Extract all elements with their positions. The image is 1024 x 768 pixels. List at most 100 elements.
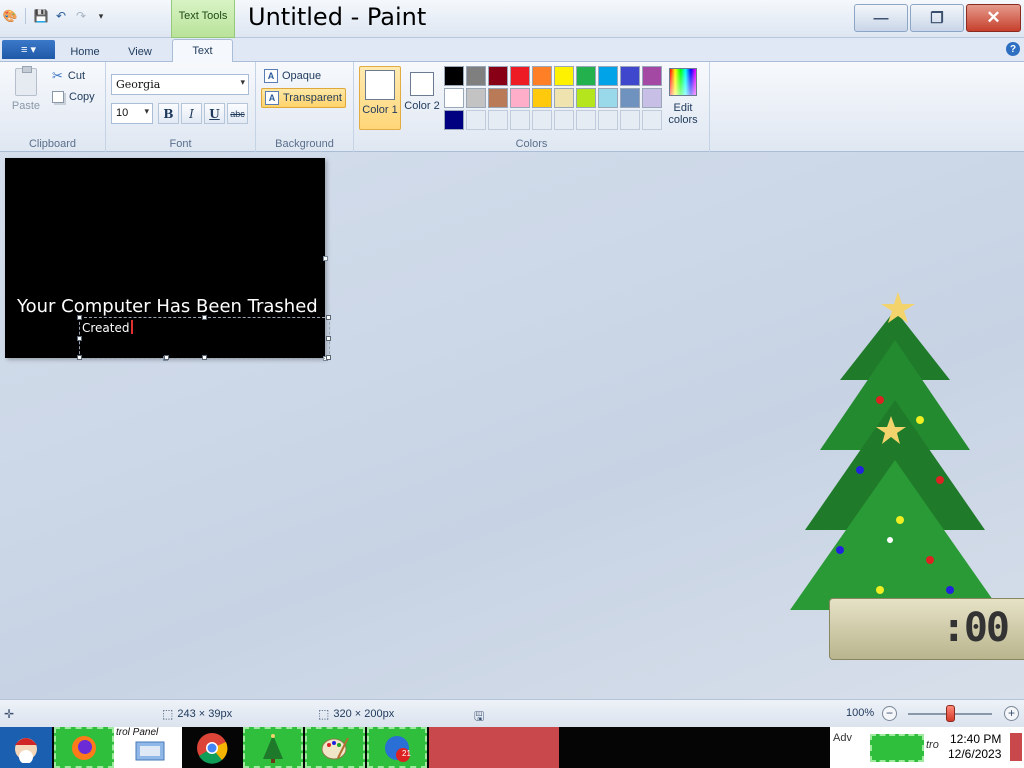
color2-button[interactable]: Color 2 (401, 66, 443, 130)
minimize-button[interactable]: — (854, 4, 908, 32)
palette-swatch[interactable] (444, 88, 464, 108)
textbox-handle[interactable] (326, 355, 331, 360)
text-input-content[interactable]: Created (82, 320, 133, 335)
status-bar: ✛ ⬚ 243 × 39px ⬚ 320 × 200px 🖫 100% − + (0, 699, 1024, 727)
santa-start-icon[interactable] (0, 727, 52, 768)
edit-colors-button[interactable]: Edit colors (661, 66, 705, 126)
palette-swatch[interactable] (642, 66, 662, 86)
textbox-handle[interactable] (77, 336, 82, 341)
cut-button[interactable]: ✂ Cut (52, 68, 85, 84)
palette-empty-slot[interactable] (488, 110, 508, 130)
redo-icon[interactable]: ↷ (73, 8, 89, 24)
taskbar-clock-date[interactable]: 12/6/2023 (948, 747, 1001, 761)
color2-label: Color 2 (404, 100, 440, 112)
palette-empty-slot[interactable] (598, 110, 618, 130)
palette-empty-slot[interactable] (620, 110, 640, 130)
textbox-handle[interactable] (326, 336, 331, 341)
text-input-box[interactable]: Created (77, 315, 331, 360)
close-button[interactable]: ✕ (966, 4, 1021, 32)
palette-swatch[interactable] (466, 88, 486, 108)
palette-empty-slot[interactable] (642, 110, 662, 130)
palette-empty-slot[interactable] (576, 110, 596, 130)
restore-button[interactable]: ❐ (910, 4, 964, 32)
palette-swatch[interactable] (488, 88, 508, 108)
color1-label: Color 1 (362, 104, 398, 116)
textbox-handle[interactable] (326, 315, 331, 320)
canvas-workspace[interactable]: Your Computer Has Been Trashed Created :… (0, 152, 1024, 699)
palette-empty-slot[interactable] (466, 110, 486, 130)
save-icon[interactable]: 💾 (33, 8, 49, 24)
window-title: Untitled - Paint (248, 3, 427, 31)
font-family-select[interactable]: Georgia (111, 74, 249, 95)
zoom-out-button[interactable]: − (882, 706, 897, 721)
paint-app-icon[interactable]: 🎨 (2, 8, 18, 24)
messenger-icon (385, 735, 410, 762)
bold-button[interactable]: B (158, 103, 179, 124)
font-size-select[interactable]: 10 (111, 103, 153, 124)
zoom-slider-thumb[interactable] (946, 705, 955, 722)
opaque-button[interactable]: A Opaque (261, 66, 324, 86)
christmas-tree-widget (790, 292, 1000, 640)
strikethrough-button[interactable]: abc (227, 103, 248, 124)
palette-swatch[interactable] (576, 66, 596, 86)
palette-swatch[interactable] (510, 66, 530, 86)
underline-button[interactable]: U (204, 103, 225, 124)
desktop-clock-widget: :00 (829, 598, 1024, 660)
palette-swatch[interactable] (444, 110, 464, 130)
christmas-tree-taskbar-button[interactable] (243, 727, 303, 768)
help-icon[interactable]: ? (1006, 42, 1020, 56)
taskbar-clock-time[interactable]: 12:40 PM (950, 732, 1001, 746)
palette-swatch[interactable] (620, 66, 640, 86)
customize-qat-icon[interactable]: ▾ (93, 8, 109, 24)
paste-button[interactable]: Paste (8, 66, 44, 112)
textbox-handle[interactable] (202, 355, 207, 360)
palette-swatch[interactable] (576, 88, 596, 108)
textbox-handle[interactable] (77, 355, 82, 360)
ribbon-tabs: ≡ ▾ Home View Text ? (0, 38, 1024, 62)
palette-empty-slot[interactable] (554, 110, 574, 130)
file-menu-button[interactable]: ≡ ▾ (2, 40, 55, 59)
palette-swatch[interactable] (532, 66, 552, 86)
clipboard-group-label: Clipboard (28, 138, 77, 150)
palette-empty-slot[interactable] (532, 110, 552, 130)
file-size: 🖫 (474, 707, 484, 728)
palette-swatch[interactable] (466, 66, 486, 86)
palette-swatch[interactable] (444, 66, 464, 86)
palette-swatch[interactable] (598, 66, 618, 86)
palette-swatch[interactable] (620, 88, 640, 108)
palette-swatch[interactable] (598, 88, 618, 108)
canvas-resize-handle-right[interactable] (323, 256, 328, 261)
zoom-in-button[interactable]: + (1004, 706, 1019, 721)
color1-button[interactable]: Color 1 (359, 66, 401, 130)
text-tools-context-label: Text Tools (171, 0, 235, 38)
disk-icon: 🖫 (474, 709, 485, 723)
textbox-handle[interactable] (202, 315, 207, 320)
palette-swatch[interactable] (488, 66, 508, 86)
transparent-button[interactable]: A Transparent (261, 88, 346, 108)
tab-text[interactable]: Text (172, 39, 233, 62)
crosshair-icon: ✛ (4, 707, 15, 721)
tray-network-icon[interactable] (870, 734, 924, 762)
copy-button[interactable]: Copy (52, 91, 95, 103)
paint-taskbar-button[interactable] (305, 727, 365, 768)
undo-icon[interactable]: ↶ (53, 8, 69, 24)
tab-view[interactable]: View (118, 41, 162, 62)
chrome-taskbar-button[interactable] (184, 727, 240, 768)
palette-swatch[interactable] (510, 88, 530, 108)
palette-swatch[interactable] (532, 88, 552, 108)
palette-swatch[interactable] (554, 66, 574, 86)
control-panel-taskbar-button[interactable]: trol Panel (114, 727, 182, 768)
tray-adv-label[interactable]: Adv (833, 732, 852, 744)
palette-swatch[interactable] (554, 88, 574, 108)
italic-button[interactable]: I (181, 103, 202, 124)
textbox-handle[interactable] (164, 355, 169, 360)
active-taskbar-button[interactable] (429, 727, 559, 768)
firefox-taskbar-button[interactable] (54, 727, 114, 768)
quick-access-toolbar: 🎨 💾 ↶ ↷ ▾ (2, 8, 109, 24)
palette-swatch[interactable] (642, 88, 662, 108)
tab-home[interactable]: Home (62, 41, 108, 62)
palette-empty-slot[interactable] (510, 110, 530, 130)
textbox-handle[interactable] (77, 315, 82, 320)
show-desktop-button[interactable] (1010, 733, 1022, 761)
messenger-taskbar-button[interactable]: 21 (367, 727, 427, 768)
